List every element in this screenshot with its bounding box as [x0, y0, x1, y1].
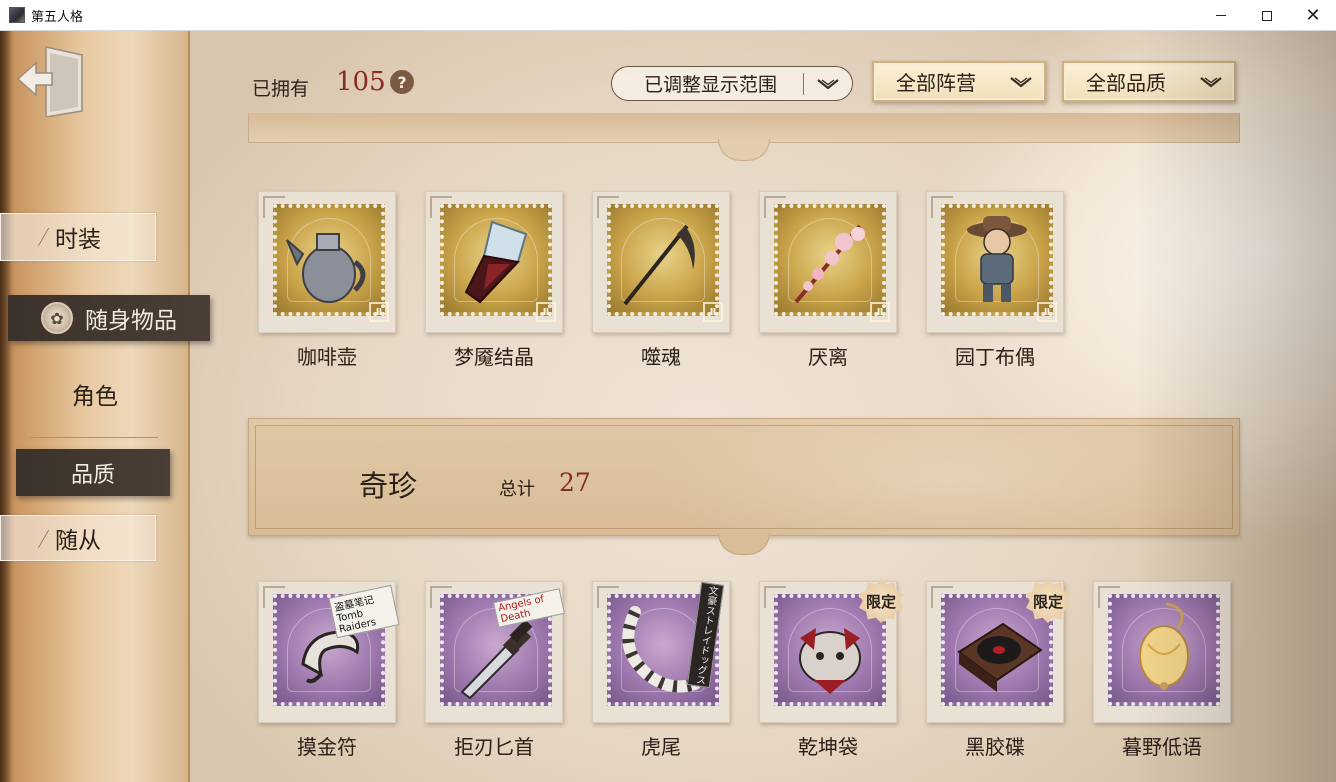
- item-grid: Ⅱ 咖啡壶 Ⅱ 梦魇结晶 Ⅱ 噬魂 Ⅱ 厌离 Ⅱ 园丁布偶 奇珍 总计 27 盗…: [248, 113, 1240, 773]
- item-name: 厌离: [808, 345, 848, 369]
- quality-filter-dropdown[interactable]: 全部品质: [1062, 61, 1236, 102]
- item-name: 园丁布偶: [955, 345, 1035, 369]
- section-banner-rare: 奇珍 总计 27: [248, 418, 1240, 536]
- item-stamp: Ⅱ: [258, 191, 396, 333]
- item-card-soul-devourer[interactable]: Ⅱ 噬魂: [592, 191, 730, 371]
- item-card-qiankun-bag[interactable]: 限定 乾坤袋: [759, 579, 903, 761]
- help-icon[interactable]: ?: [390, 70, 414, 94]
- maximize-button[interactable]: [1244, 0, 1290, 31]
- item-card-touch-gold-talisman[interactable]: 盗墓笔记 Tomb Raiders 摸金符: [258, 581, 400, 761]
- quality-filter-label: 全部品质: [1086, 71, 1166, 95]
- tab-quality[interactable]: 品质: [16, 449, 170, 496]
- owned-label: 已拥有: [252, 78, 310, 100]
- exit-door-icon: [16, 46, 83, 118]
- maximize-icon: [1262, 10, 1272, 21]
- banner-notch: [718, 139, 770, 161]
- game-viewport: 时装 ✿ 随身物品 角色 品质 随从 已拥有 105 ? 已调整显示范围 全部阵…: [0, 31, 1336, 782]
- shield-emblem-icon: ✿: [41, 302, 73, 334]
- close-button[interactable]: ✕: [1290, 0, 1336, 31]
- item-card-vinyl-record[interactable]: 限定 黑胶碟: [926, 579, 1070, 761]
- section-total: 27: [559, 468, 591, 497]
- item-stamp: Ⅱ: [592, 191, 730, 333]
- item-card-gardener-doll[interactable]: Ⅱ 园丁布偶: [926, 191, 1064, 371]
- minimize-icon: [1216, 15, 1226, 16]
- item-stamp: Ⅱ: [425, 191, 563, 333]
- item-name: 乾坤袋: [798, 735, 858, 759]
- banner-notch: [718, 533, 770, 555]
- item-card-refusal-dagger[interactable]: Angels of Death 拒刃匕首: [425, 581, 565, 761]
- tab-accessories-label: 随身物品: [85, 308, 177, 334]
- item-name: 噬魂: [641, 345, 681, 369]
- doll-icon: [967, 216, 1027, 302]
- faction-filter-dropdown[interactable]: 全部阵营: [872, 61, 1046, 102]
- owned-count: 105: [336, 67, 386, 97]
- tab-accessories[interactable]: ✿ 随身物品: [8, 295, 210, 341]
- tab-character-label: 角色: [72, 384, 118, 410]
- chevron-down-icon: [804, 77, 852, 91]
- tab-followers[interactable]: 随从: [0, 515, 156, 561]
- item-name: 咖啡壶: [297, 345, 357, 369]
- item-name: 虎尾: [641, 735, 681, 759]
- chevron-down-icon: [1188, 75, 1234, 89]
- exit-button[interactable]: [16, 43, 88, 118]
- window-titlebar: 第五人格 ✕: [0, 0, 1336, 31]
- window-title: 第五人格: [31, 9, 84, 25]
- tab-followers-label: 随从: [55, 528, 101, 554]
- item-card-tiger-tail[interactable]: 文豪ストレイドッグス 虎尾: [592, 581, 730, 761]
- section-total-label: 总计: [499, 479, 535, 500]
- item-name: 拒刃匕首: [454, 735, 534, 759]
- chevron-down-icon: [998, 75, 1044, 89]
- item-stamp: [1093, 581, 1231, 723]
- item-card-twilight-whisper[interactable]: 暮野低语: [1093, 581, 1231, 761]
- item-name: 暮野低语: [1122, 735, 1202, 759]
- tab-fashion-label: 时装: [55, 227, 101, 253]
- crystal-icon: [464, 220, 528, 304]
- sidebar-divider: [30, 437, 158, 438]
- blossom-staff-icon: [794, 224, 865, 304]
- app-icon: [9, 7, 25, 23]
- display-range-select[interactable]: 已调整显示范围: [611, 66, 853, 101]
- faction-filter-label: 全部阵营: [896, 71, 976, 95]
- scythe-icon: [623, 224, 695, 306]
- sidebar: 时装 ✿ 随身物品 角色 品质 随从: [0, 31, 210, 782]
- item-name: 梦魇结晶: [454, 345, 534, 369]
- item-stamp: Ⅱ: [759, 191, 897, 333]
- window-controls: ✕: [1198, 0, 1336, 31]
- item-card-nightmare-crystal[interactable]: Ⅱ 梦魇结晶: [425, 191, 563, 371]
- close-icon: ✕: [1305, 5, 1321, 26]
- minimize-button[interactable]: [1198, 0, 1244, 31]
- item-stamp: Ⅱ: [926, 191, 1064, 333]
- tab-character[interactable]: 角色: [20, 371, 170, 417]
- flower-lantern-icon: [1139, 602, 1189, 690]
- tab-quality-label: 品质: [70, 462, 115, 488]
- tab-fashion[interactable]: 时装: [0, 213, 156, 261]
- item-card-coffee-pot[interactable]: Ⅱ 咖啡壶: [258, 191, 396, 371]
- display-range-label: 已调整显示范围: [643, 74, 777, 96]
- item-card-aversion[interactable]: Ⅱ 厌离: [759, 191, 897, 371]
- section-title: 奇珍: [359, 469, 418, 503]
- coffee-pot-icon: [286, 233, 366, 303]
- item-name: 黑胶碟: [965, 735, 1025, 759]
- item-name: 摸金符: [297, 735, 357, 759]
